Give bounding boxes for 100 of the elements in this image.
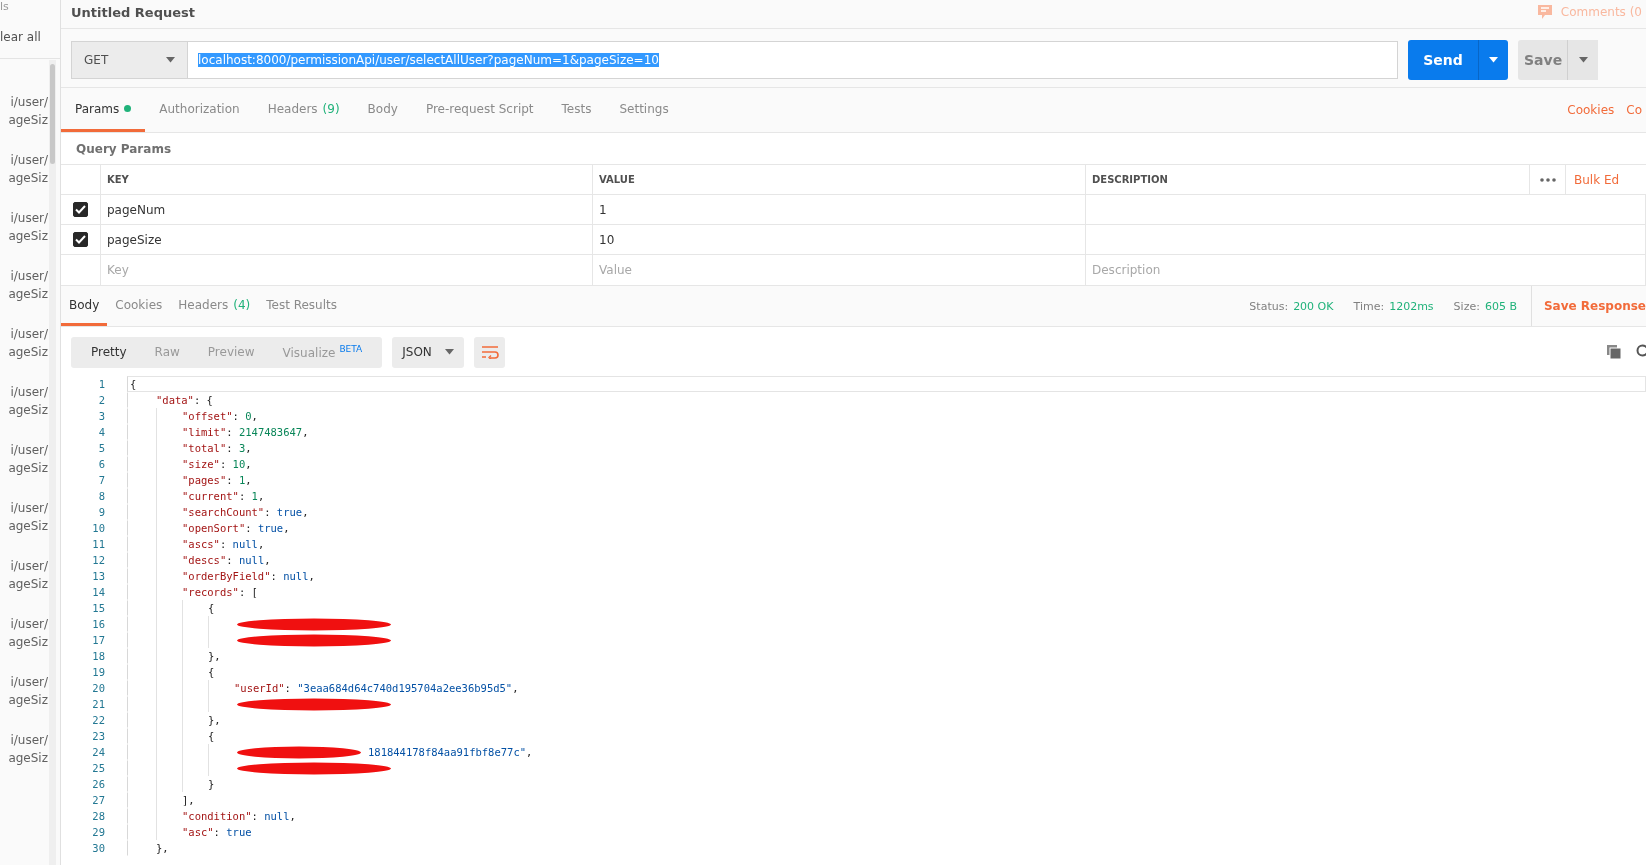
param-value: 1 (599, 202, 607, 217)
code-line: "orderByField": null, (182, 570, 315, 582)
line-number: 25 (91, 762, 106, 774)
send-options-button[interactable] (1478, 40, 1508, 80)
line-number: 1 (97, 378, 106, 390)
checkbox[interactable] (73, 202, 88, 217)
view-mode-tab[interactable]: Raw (140, 336, 194, 368)
time-label: Time: (1353, 299, 1385, 313)
history-item[interactable]: i/user/ ageSiz (0, 731, 48, 767)
sidebar-label: ls (0, 0, 9, 13)
request-tab[interactable]: Pre-request Script (411, 88, 548, 132)
description-input[interactable]: Description (1092, 263, 1292, 277)
line-number: 24 (91, 746, 106, 758)
response-tab[interactable]: Test Results (258, 286, 345, 326)
line-number: 13 (91, 570, 106, 582)
clear-all-link[interactable]: lear all (0, 30, 41, 44)
cookies-link[interactable]: Cookies (1559, 88, 1619, 132)
code-line: { (208, 730, 215, 742)
copy-icon[interactable] (1607, 344, 1622, 360)
code-line: "limit": 2147483647, (182, 426, 309, 438)
send-button[interactable]: Send (1408, 40, 1478, 80)
history-item[interactable]: i/user/ ageSiz (0, 93, 48, 129)
history-item[interactable]: i/user/ ageSiz (0, 615, 48, 651)
code-line: { (208, 602, 215, 614)
url-field[interactable]: localhost:8000/permissionApi/user/selectAllUser?pageNum=1&pageSize=10 (187, 41, 1398, 79)
line-number: 12 (91, 554, 106, 566)
line-number: 2 (97, 394, 106, 406)
request-tab[interactable]: Body (353, 88, 412, 132)
save-options-button[interactable] (1568, 40, 1598, 80)
comment-icon (1536, 4, 1553, 20)
line-number: 22 (91, 714, 106, 726)
line-number: 21 (91, 698, 106, 710)
line-number: 20 (91, 682, 106, 694)
method-dropdown[interactable]: GET (71, 41, 187, 79)
more-icon[interactable] (1539, 177, 1556, 182)
wrap-button[interactable] (474, 336, 506, 368)
request-title: Untitled Request (71, 4, 195, 20)
line-number: 23 (91, 730, 106, 742)
code-line: }, (208, 714, 221, 726)
line-number: 4 (97, 426, 106, 438)
history-item[interactable]: i/user/ ageSiz (0, 383, 48, 419)
code-line: } (208, 778, 215, 790)
line-number: 30 (91, 842, 106, 854)
view-mode-tab[interactable]: Preview (193, 336, 269, 368)
size-value: 605 B (1484, 299, 1517, 313)
line-number: 11 (91, 538, 106, 550)
code-line: "total": 3, (182, 442, 252, 454)
history-item[interactable]: i/user/ ageSiz (0, 325, 48, 361)
caret-icon (1489, 57, 1498, 63)
history-item[interactable]: i/user/ ageSiz (0, 557, 48, 593)
bulk-edit-link[interactable]: Bulk Ed (1566, 172, 1624, 187)
line-number: 5 (97, 442, 106, 454)
wrap-icon (480, 345, 499, 359)
format-dropdown[interactable]: JSON (392, 336, 465, 368)
request-tab[interactable]: Settings (605, 88, 683, 132)
history-item[interactable]: i/user/ ageSiz (0, 209, 48, 245)
line-number: 3 (97, 410, 106, 422)
line-number: 16 (91, 618, 106, 630)
line-number: 26 (91, 778, 106, 790)
save-button[interactable]: Save (1518, 40, 1568, 80)
request-tab[interactable]: Params (61, 88, 146, 132)
request-tab[interactable]: Tests (547, 88, 606, 132)
line-number: 7 (97, 474, 106, 486)
code-line: "records": [ (182, 586, 258, 598)
history-item[interactable]: i/user/ ageSiz (0, 441, 48, 477)
history-item[interactable]: i/user/ ageSiz (0, 673, 48, 709)
request-tab[interactable]: Authorization (145, 88, 254, 132)
history-item[interactable]: i/user/ ageSiz (0, 267, 48, 303)
view-mode-tab[interactable]: Visualize $^{BETA}$ (268, 336, 377, 368)
view-mode-tab[interactable]: Pretty (77, 336, 141, 368)
line-number: 9 (97, 506, 106, 518)
value-input[interactable]: Value (599, 263, 799, 277)
code-line: { (208, 666, 215, 678)
line-number: 17 (91, 634, 106, 646)
response-tab[interactable]: Cookies (107, 286, 171, 326)
status-label: Status: (1249, 299, 1289, 313)
param-key: pageSize (107, 232, 162, 247)
param-key: pageNum (107, 202, 166, 217)
checkbox[interactable] (73, 232, 88, 247)
column-header: DESCRIPTION (1092, 174, 1168, 185)
line-number: 8 (97, 490, 106, 502)
code-line: "ascs": null, (182, 538, 265, 550)
history-item[interactable]: i/user/ ageSiz (0, 151, 48, 187)
history-item[interactable]: i/user/ ageSiz (0, 499, 48, 535)
column-header: VALUE (599, 174, 635, 185)
caret-icon (166, 57, 175, 63)
code-line: }, (208, 650, 221, 662)
time-value: 1202ms (1389, 299, 1434, 313)
caret-icon (1578, 57, 1588, 63)
line-number: 27 (91, 794, 106, 806)
key-input[interactable]: Key (107, 263, 307, 277)
save-response-button[interactable]: Save Response (1530, 286, 1646, 326)
line-number: 6 (97, 458, 106, 470)
code-line: "asc": true (182, 826, 252, 838)
response-tab[interactable]: Body (61, 286, 108, 326)
cookies-link[interactable]: Co (1618, 88, 1646, 132)
line-number: 10 (91, 522, 106, 534)
scrollbar-thumb[interactable] (50, 64, 55, 164)
request-tab[interactable]: Headers (9) (253, 88, 354, 132)
response-tab[interactable]: Headers (4) (170, 286, 259, 326)
